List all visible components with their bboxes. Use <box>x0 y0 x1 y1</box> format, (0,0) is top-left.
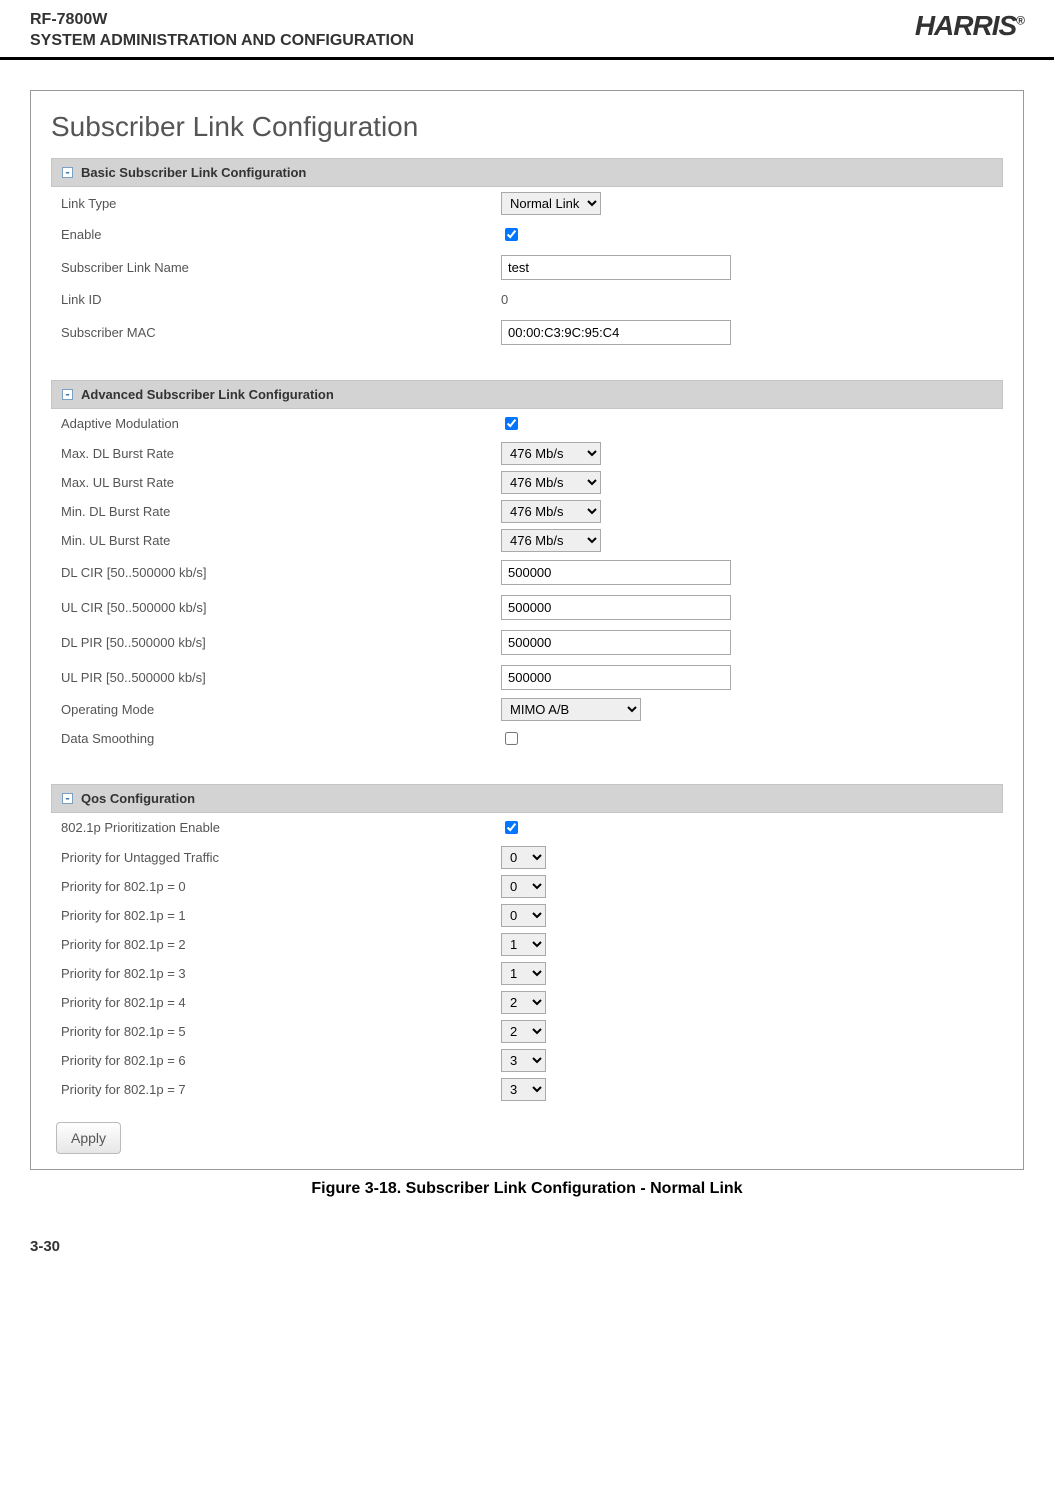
label-ul-cir: UL CIR [50..500000 kb/s] <box>61 600 501 615</box>
label-p6: Priority for 802.1p = 6 <box>61 1053 501 1068</box>
label-enable: Enable <box>61 227 501 242</box>
apply-button[interactable]: Apply <box>56 1122 121 1154</box>
row-p6: Priority for 802.1p = 6 3 <box>51 1046 1003 1075</box>
input-ul-cir[interactable] <box>501 595 731 620</box>
doc-title-line1: RF-7800W <box>30 10 414 31</box>
row-p7: Priority for 802.1p = 7 3 <box>51 1075 1003 1104</box>
select-max-ul[interactable]: 476 Mb/s <box>501 471 601 494</box>
select-min-dl[interactable]: 476 Mb/s <box>501 500 601 523</box>
figure-caption: Figure 3-18. Subscriber Link Configurati… <box>0 1180 1054 1198</box>
select-max-dl[interactable]: 476 Mb/s <box>501 442 601 465</box>
label-p3: Priority for 802.1p = 3 <box>61 966 501 981</box>
row-p5: Priority for 802.1p = 5 2 <box>51 1017 1003 1046</box>
row-ul-cir: UL CIR [50..500000 kb/s] <box>51 590 1003 625</box>
select-untagged[interactable]: 0 <box>501 846 546 869</box>
input-dl-pir[interactable] <box>501 630 731 655</box>
checkbox-prio-enable[interactable] <box>505 821 518 834</box>
row-max-ul: Max. UL Burst Rate 476 Mb/s <box>51 468 1003 497</box>
checkbox-enable[interactable] <box>505 228 518 241</box>
row-ul-pir: UL PIR [50..500000 kb/s] <box>51 660 1003 695</box>
label-data-smooth: Data Smoothing <box>61 731 501 746</box>
row-p2: Priority for 802.1p = 2 1 <box>51 930 1003 959</box>
collapse-icon[interactable]: - <box>62 793 73 804</box>
row-dl-pir: DL PIR [50..500000 kb/s] <box>51 625 1003 660</box>
config-page-frame: Subscriber Link Configuration - Basic Su… <box>30 90 1024 1170</box>
row-min-ul: Min. UL Burst Rate 476 Mb/s <box>51 526 1003 555</box>
doc-title-block: RF-7800W SYSTEM ADMINISTRATION AND CONFI… <box>30 10 414 52</box>
row-min-dl: Min. DL Burst Rate 476 Mb/s <box>51 497 1003 526</box>
row-p4: Priority for 802.1p = 4 2 <box>51 988 1003 1017</box>
row-p0: Priority for 802.1p = 0 0 <box>51 872 1003 901</box>
collapse-icon[interactable]: - <box>62 167 73 178</box>
select-op-mode[interactable]: MIMO A/B <box>501 698 641 721</box>
section-header-advanced[interactable]: - Advanced Subscriber Link Configuration <box>51 380 1003 409</box>
select-p5[interactable]: 2 <box>501 1020 546 1043</box>
label-p1: Priority for 802.1p = 1 <box>61 908 501 923</box>
select-p3[interactable]: 1 <box>501 962 546 985</box>
row-link-id: Link ID 0 <box>51 285 1003 315</box>
label-max-dl: Max. DL Burst Rate <box>61 446 501 461</box>
select-p7[interactable]: 3 <box>501 1078 546 1101</box>
section-header-qos[interactable]: - Qos Configuration <box>51 784 1003 813</box>
row-p1: Priority for 802.1p = 1 0 <box>51 901 1003 930</box>
page-title: Subscriber Link Configuration <box>51 111 1003 143</box>
label-min-ul: Min. UL Burst Rate <box>61 533 501 548</box>
label-link-id: Link ID <box>61 292 501 307</box>
row-adaptive-mod: Adaptive Modulation <box>51 409 1003 439</box>
select-p2[interactable]: 1 <box>501 933 546 956</box>
select-p0[interactable]: 0 <box>501 875 546 898</box>
row-op-mode: Operating Mode MIMO A/B <box>51 695 1003 724</box>
label-p5: Priority for 802.1p = 5 <box>61 1024 501 1039</box>
row-untagged: Priority for Untagged Traffic 0 <box>51 843 1003 872</box>
select-link-type[interactable]: Normal Link <box>501 192 601 215</box>
row-link-type: Link Type Normal Link <box>51 187 1003 220</box>
row-p3: Priority for 802.1p = 3 1 <box>51 959 1003 988</box>
doc-title-line2: SYSTEM ADMINISTRATION AND CONFIGURATION <box>30 31 414 52</box>
row-dl-cir: DL CIR [50..500000 kb/s] <box>51 555 1003 590</box>
row-prio-enable: 802.1p Prioritization Enable <box>51 813 1003 843</box>
row-enable: Enable <box>51 220 1003 250</box>
label-max-ul: Max. UL Burst Rate <box>61 475 501 490</box>
row-sub-mac: Subscriber MAC <box>51 315 1003 350</box>
section-header-basic[interactable]: - Basic Subscriber Link Configuration <box>51 158 1003 187</box>
label-p0: Priority for 802.1p = 0 <box>61 879 501 894</box>
page-number: 3-30 <box>0 1198 1054 1275</box>
label-prio-enable: 802.1p Prioritization Enable <box>61 820 501 835</box>
document-header: RF-7800W SYSTEM ADMINISTRATION AND CONFI… <box>0 0 1054 60</box>
label-dl-cir: DL CIR [50..500000 kb/s] <box>61 565 501 580</box>
section-title-advanced: Advanced Subscriber Link Configuration <box>81 387 334 402</box>
label-min-dl: Min. DL Burst Rate <box>61 504 501 519</box>
row-data-smooth: Data Smoothing <box>51 724 1003 754</box>
row-max-dl: Max. DL Burst Rate 476 Mb/s <box>51 439 1003 468</box>
select-min-ul[interactable]: 476 Mb/s <box>501 529 601 552</box>
label-link-type: Link Type <box>61 196 501 211</box>
label-untagged: Priority for Untagged Traffic <box>61 850 501 865</box>
label-p4: Priority for 802.1p = 4 <box>61 995 501 1010</box>
brand-logo: HARRIS® <box>915 10 1024 42</box>
input-link-name[interactable] <box>501 255 731 280</box>
checkbox-data-smooth[interactable] <box>505 732 518 745</box>
section-title-qos: Qos Configuration <box>81 791 195 806</box>
label-op-mode: Operating Mode <box>61 702 501 717</box>
input-dl-cir[interactable] <box>501 560 731 585</box>
section-title-basic: Basic Subscriber Link Configuration <box>81 165 306 180</box>
input-ul-pir[interactable] <box>501 665 731 690</box>
label-sub-mac: Subscriber MAC <box>61 325 501 340</box>
checkbox-adaptive-mod[interactable] <box>505 417 518 430</box>
select-p1[interactable]: 0 <box>501 904 546 927</box>
input-sub-mac[interactable] <box>501 320 731 345</box>
value-link-id: 0 <box>501 292 508 307</box>
collapse-icon[interactable]: - <box>62 389 73 400</box>
label-dl-pir: DL PIR [50..500000 kb/s] <box>61 635 501 650</box>
label-p7: Priority for 802.1p = 7 <box>61 1082 501 1097</box>
label-adaptive-mod: Adaptive Modulation <box>61 416 501 431</box>
select-p4[interactable]: 2 <box>501 991 546 1014</box>
label-p2: Priority for 802.1p = 2 <box>61 937 501 952</box>
select-p6[interactable]: 3 <box>501 1049 546 1072</box>
label-ul-pir: UL PIR [50..500000 kb/s] <box>61 670 501 685</box>
row-link-name: Subscriber Link Name <box>51 250 1003 285</box>
label-link-name: Subscriber Link Name <box>61 260 501 275</box>
